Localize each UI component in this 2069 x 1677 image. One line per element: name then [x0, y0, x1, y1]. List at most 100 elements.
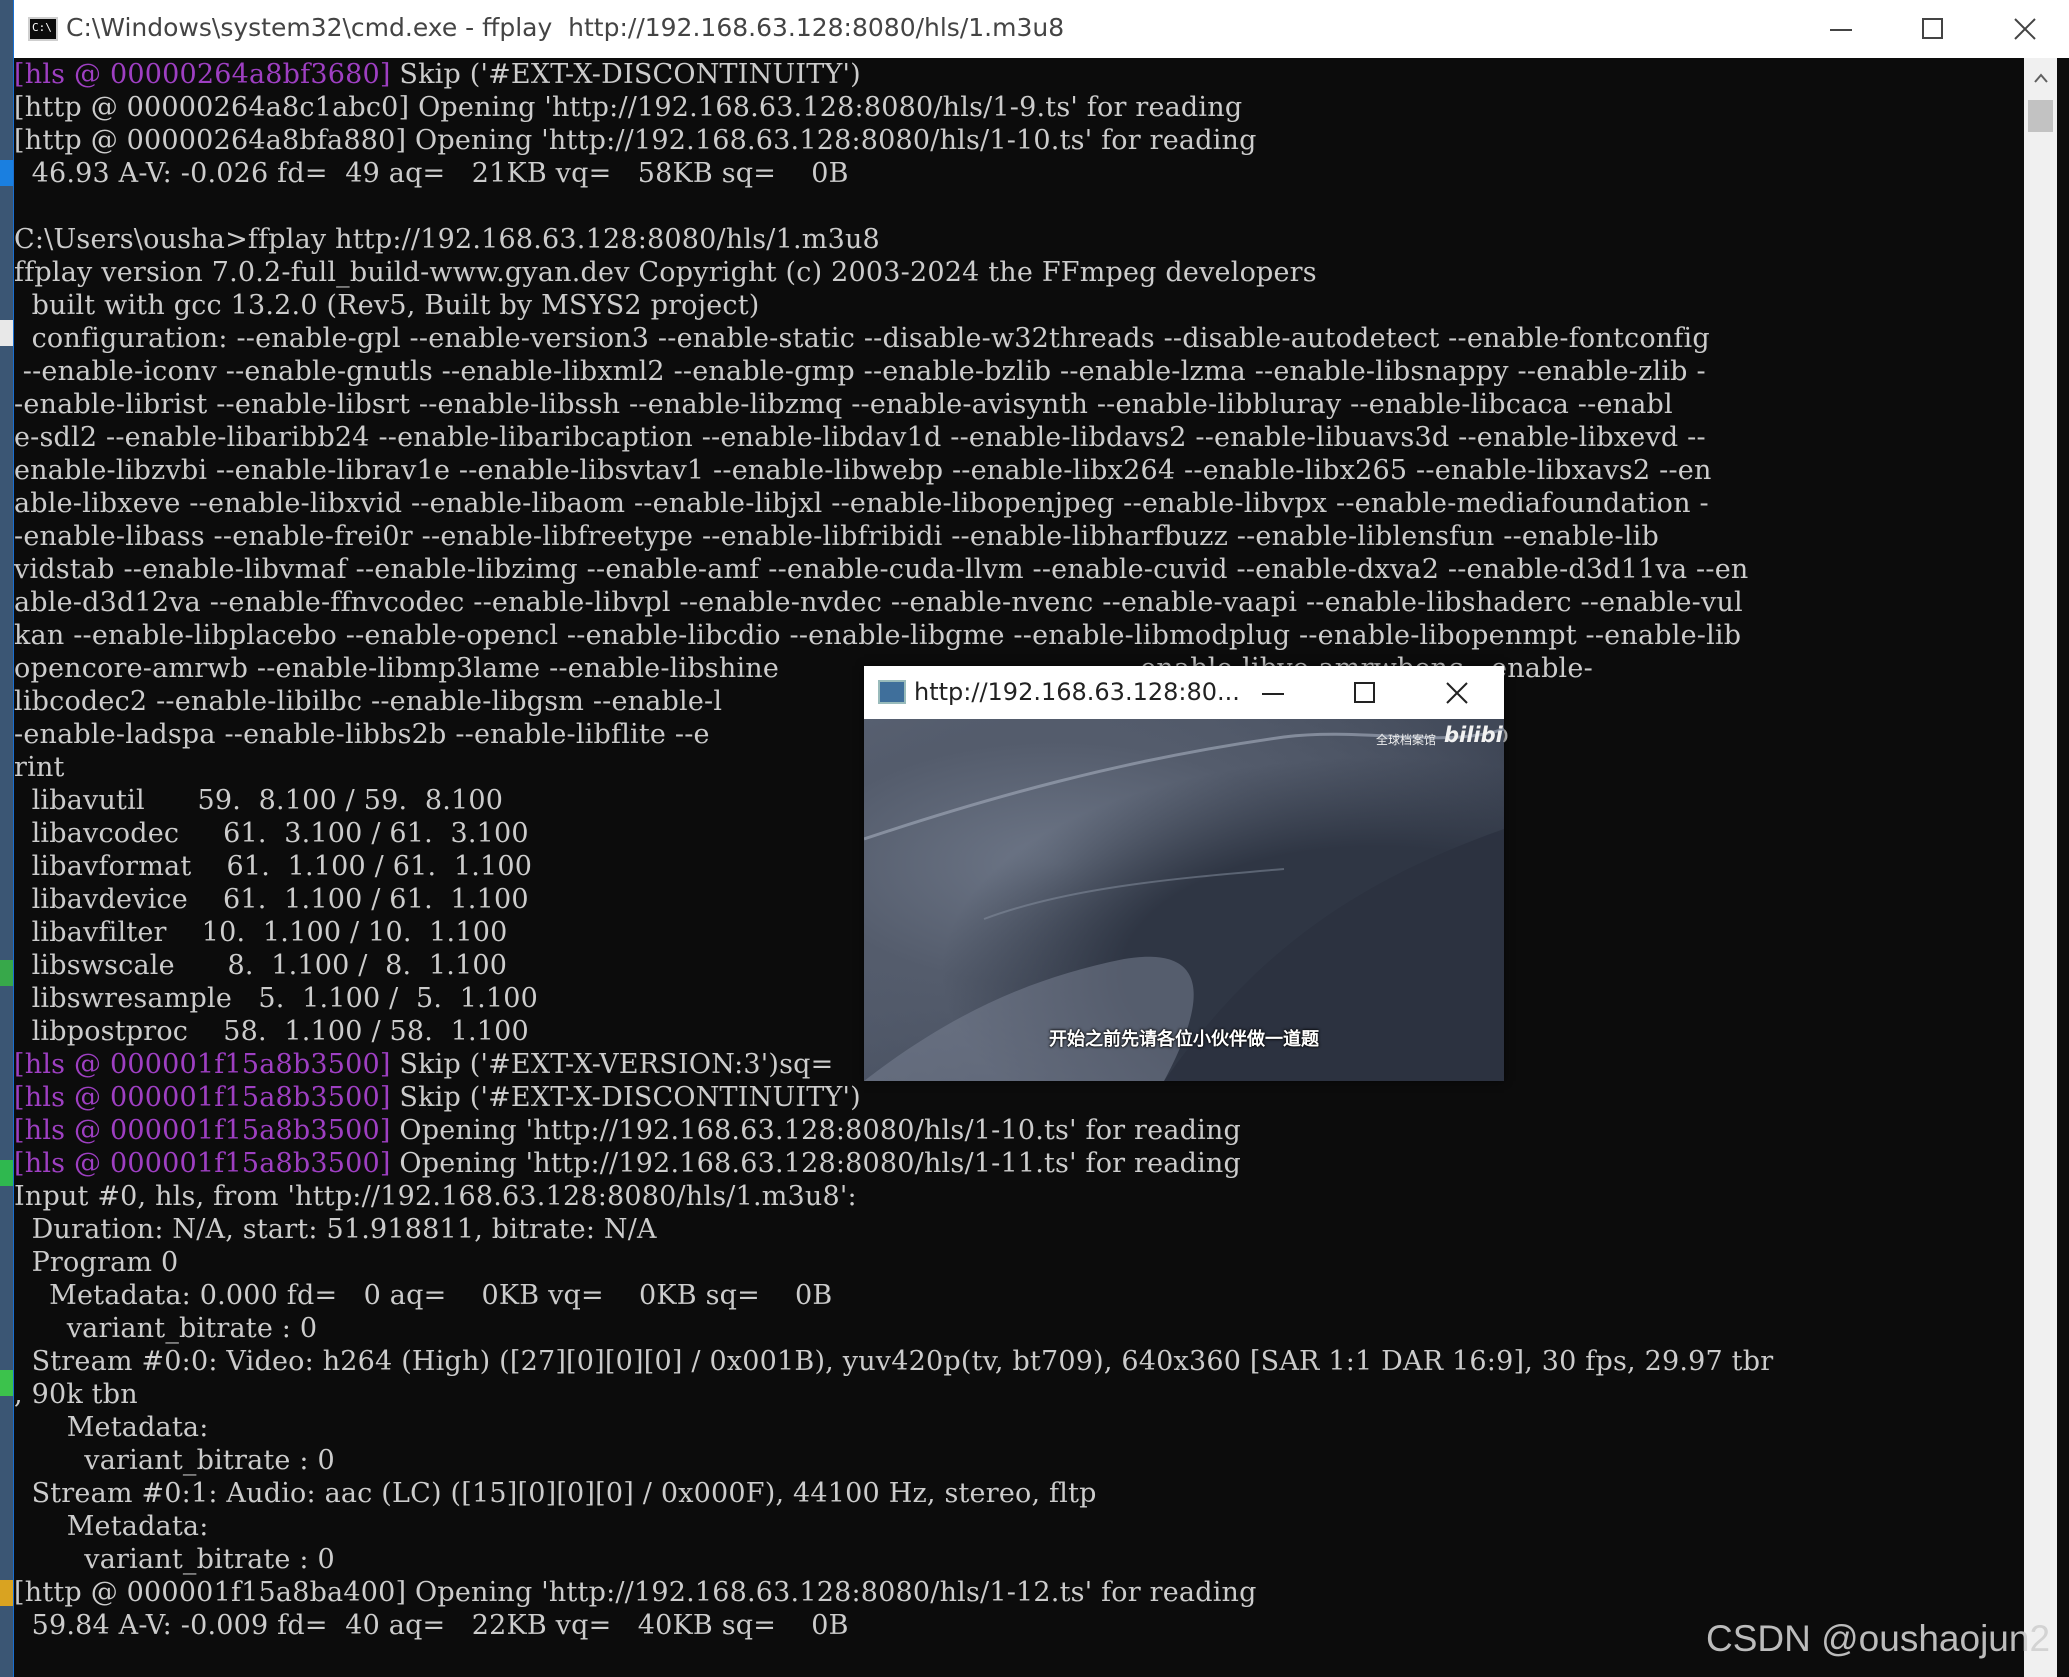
log-text: Stream #0:0: Video: h264 (High) ([27][0]…: [14, 1346, 1774, 1377]
log-tag: [hls @ 00000264a8bf3680]: [14, 59, 391, 90]
console-line: Metadata: 0.000 fd= 0 aq= 0KB vq= 0KB sq…: [14, 1279, 832, 1312]
scroll-thumb[interactable]: [2028, 100, 2053, 132]
scroll-up-button[interactable]: [2024, 58, 2057, 98]
console-line: C:\Users\ousha>ffplay http://192.168.63.…: [14, 223, 880, 256]
desktop-icon[interactable]: [0, 320, 14, 346]
console-line: , 90k tbn: [14, 1378, 138, 1411]
log-text: Input #0, hls, from 'http://192.168.63.1…: [14, 1181, 857, 1212]
maximize-icon: [1354, 682, 1375, 703]
console-line: Metadata:: [14, 1411, 209, 1444]
log-tag: [hls @ 000001f15a8b3500]: [14, 1148, 391, 1179]
log-text: built with gcc 13.2.0 (Rev5, Built by MS…: [14, 290, 760, 321]
log-text: enable-libzvbi --enable-librav1e --enabl…: [14, 455, 1712, 486]
log-text: --enable-iconv --enable-gnutls --enable-…: [14, 356, 1706, 387]
ffplay-maximize-button[interactable]: [1320, 666, 1412, 719]
log-text: rint: [14, 752, 65, 783]
desktop-icon[interactable]: [0, 160, 14, 186]
console-line: [hls @ 000001f15a8b3500] Opening 'http:/…: [14, 1114, 1241, 1147]
desktop-icon[interactable]: [0, 1580, 14, 1606]
desktop-icon[interactable]: [0, 1160, 14, 1186]
cmd-titlebar[interactable]: C:\ C:\Windows\system32\cmd.exe - ffplay…: [14, 0, 2069, 58]
log-text: Skip ('#EXT-X-VERSION:3')sq=: [390, 1049, 834, 1080]
close-icon: [1446, 682, 1468, 704]
console-line: libavfilter 10. 1.100 / 10. 1.100: [14, 916, 508, 949]
close-button[interactable]: [1979, 0, 2069, 58]
maximize-button[interactable]: [1887, 0, 1979, 58]
console-line: configuration: --enable-gpl --enable-ver…: [14, 322, 1710, 355]
cmd-app-icon[interactable]: C:\: [28, 17, 58, 41]
log-text: variant_bitrate : 0: [14, 1544, 335, 1575]
minimize-icon: [1262, 693, 1284, 695]
video-watermark-text: 全球档案馆: [1376, 733, 1437, 747]
log-text: libavcodec 61. 3.100 / 61. 3.100: [14, 818, 529, 849]
log-text: [http @ 00000264a8c1abc0] Opening 'http:…: [14, 92, 1243, 123]
console-line: e-sdl2 --enable-libaribb24 --enable-liba…: [14, 421, 1706, 454]
console-line: libavutil 59. 8.100 / 59. 8.100: [14, 784, 503, 817]
log-text: -enable-librist --enable-libsrt --enable…: [14, 389, 1673, 420]
log-text: libavfilter 10. 1.100 / 10. 1.100: [14, 917, 508, 948]
console-line: variant_bitrate : 0: [14, 1312, 317, 1345]
bilibili-logo: bilibili: [1444, 723, 1504, 747]
console-line: Input #0, hls, from 'http://192.168.63.1…: [14, 1180, 857, 1213]
ffplay-titlebar[interactable]: http://192.168.63.128:80...: [864, 666, 1504, 719]
minimize-button[interactable]: [1795, 0, 1887, 58]
console-line: built with gcc 13.2.0 (Rev5, Built by MS…: [14, 289, 760, 322]
desktop-icon[interactable]: [0, 960, 14, 986]
log-text: able-d3d12va --enable-ffnvcodec --enable…: [14, 587, 1743, 618]
log-text: Metadata: 0.000 fd= 0 aq= 0KB vq= 0KB sq…: [14, 1280, 833, 1311]
console-line: --enable-iconv --enable-gnutls --enable-…: [14, 355, 1706, 388]
video-frame[interactable]: 全球档案馆 bilibili 开始之前先请各位小伙伴做一道题: [864, 719, 1504, 1081]
desktop-icon[interactable]: [0, 1370, 14, 1396]
ffplay-window: http://192.168.63.128:80... 全球档案馆 bilibi…: [864, 666, 1504, 1081]
log-text: Stream #0:1: Audio: aac (LC) ([15][0][0]…: [14, 1478, 1097, 1509]
log-text: e-sdl2 --enable-libaribb24 --enable-liba…: [14, 422, 1706, 453]
log-text: -enable-libass --enable-frei0r --enable-…: [14, 521, 1659, 552]
ffplay-close-button[interactable]: [1412, 666, 1504, 719]
console-line: able-libxeve --enable-libxvid --enable-l…: [14, 487, 1709, 520]
console-line: libswscale 8. 1.100 / 8. 1.100: [14, 949, 507, 982]
vertical-scrollbar[interactable]: [2024, 58, 2057, 1677]
log-text: libswscale 8. 1.100 / 8. 1.100: [14, 950, 508, 981]
console-line: [hls @ 000001f15a8b3500] Opening 'http:/…: [14, 1147, 1241, 1180]
chevron-up-icon: [2034, 73, 2048, 83]
log-text: libavdevice 61. 1.100 / 61. 1.100: [14, 884, 529, 915]
desktop-edge: [0, 0, 14, 1677]
log-text: 59.84 A-V: -0.009 fd= 40 aq= 22KB vq= 40…: [14, 1610, 849, 1641]
console-line: -enable-librist --enable-libsrt --enable…: [14, 388, 1673, 421]
log-text: C:\Users\ousha>ffplay http://192.168.63.…: [14, 224, 880, 255]
console-line: ffplay version 7.0.2-full_build-www.gyan…: [14, 256, 1317, 289]
console-line: [hls @ 000001f15a8b3500] Skip ('#EXT-X-V…: [14, 1048, 833, 1081]
console-line: enable-libzvbi --enable-librav1e --enabl…: [14, 454, 1712, 487]
console-line: libavformat 61. 1.100 / 61. 1.100: [14, 850, 532, 883]
console-line: libavcodec 61. 3.100 / 61. 3.100: [14, 817, 529, 850]
console-line: [http @ 000001f15a8ba400] Opening 'http:…: [14, 1576, 1257, 1609]
console-line: variant_bitrate : 0: [14, 1543, 335, 1576]
log-text: ffplay version 7.0.2-full_build-www.gyan…: [14, 257, 1317, 288]
log-text: variant_bitrate : 0: [14, 1313, 318, 1344]
log-text: Opening 'http://192.168.63.128:8080/hls/…: [390, 1148, 1242, 1179]
ffplay-title: http://192.168.63.128:80...: [914, 678, 1240, 706]
log-tag: [hls @ 000001f15a8b3500]: [14, 1115, 391, 1146]
console-line: Program 0: [14, 1246, 179, 1279]
ffplay-minimize-button[interactable]: [1228, 666, 1320, 719]
console-line: Duration: N/A, start: 51.918811, bitrate…: [14, 1213, 657, 1246]
console-line: libswresample 5. 1.100 / 5. 1.100: [14, 982, 538, 1015]
log-tag: [hls @ 000001f15a8b3500]: [14, 1082, 391, 1113]
log-text: 46.93 A-V: -0.026 fd= 49 aq= 21KB vq= 58…: [14, 158, 849, 189]
console-line: kan --enable-libplacebo --enable-opencl …: [14, 619, 1741, 652]
log-text: libavformat 61. 1.100 / 61. 1.100: [14, 851, 533, 882]
ffplay-app-icon[interactable]: [878, 680, 906, 704]
console-line: libavdevice 61. 1.100 / 61. 1.100: [14, 883, 529, 916]
log-text: [http @ 00000264a8bfa880] Opening 'http:…: [14, 125, 1257, 156]
log-tag: [hls @ 000001f15a8b3500]: [14, 1049, 391, 1080]
console-line: [hls @ 00000264a8bf3680] Skip ('#EXT-X-D…: [14, 58, 861, 91]
log-text: Metadata:: [14, 1412, 209, 1443]
log-text: kan --enable-libplacebo --enable-opencl …: [14, 620, 1742, 651]
minimize-icon: [1830, 29, 1852, 31]
video-subtitle: 开始之前先请各位小伙伴做一道题: [1049, 1029, 1319, 1050]
console-line: -enable-libass --enable-frei0r --enable-…: [14, 520, 1659, 553]
maximize-icon: [1922, 18, 1943, 39]
log-text: Metadata:: [14, 1511, 209, 1542]
console-line: able-d3d12va --enable-ffnvcodec --enable…: [14, 586, 1743, 619]
log-text: libswresample 5. 1.100 / 5. 1.100: [14, 983, 539, 1014]
